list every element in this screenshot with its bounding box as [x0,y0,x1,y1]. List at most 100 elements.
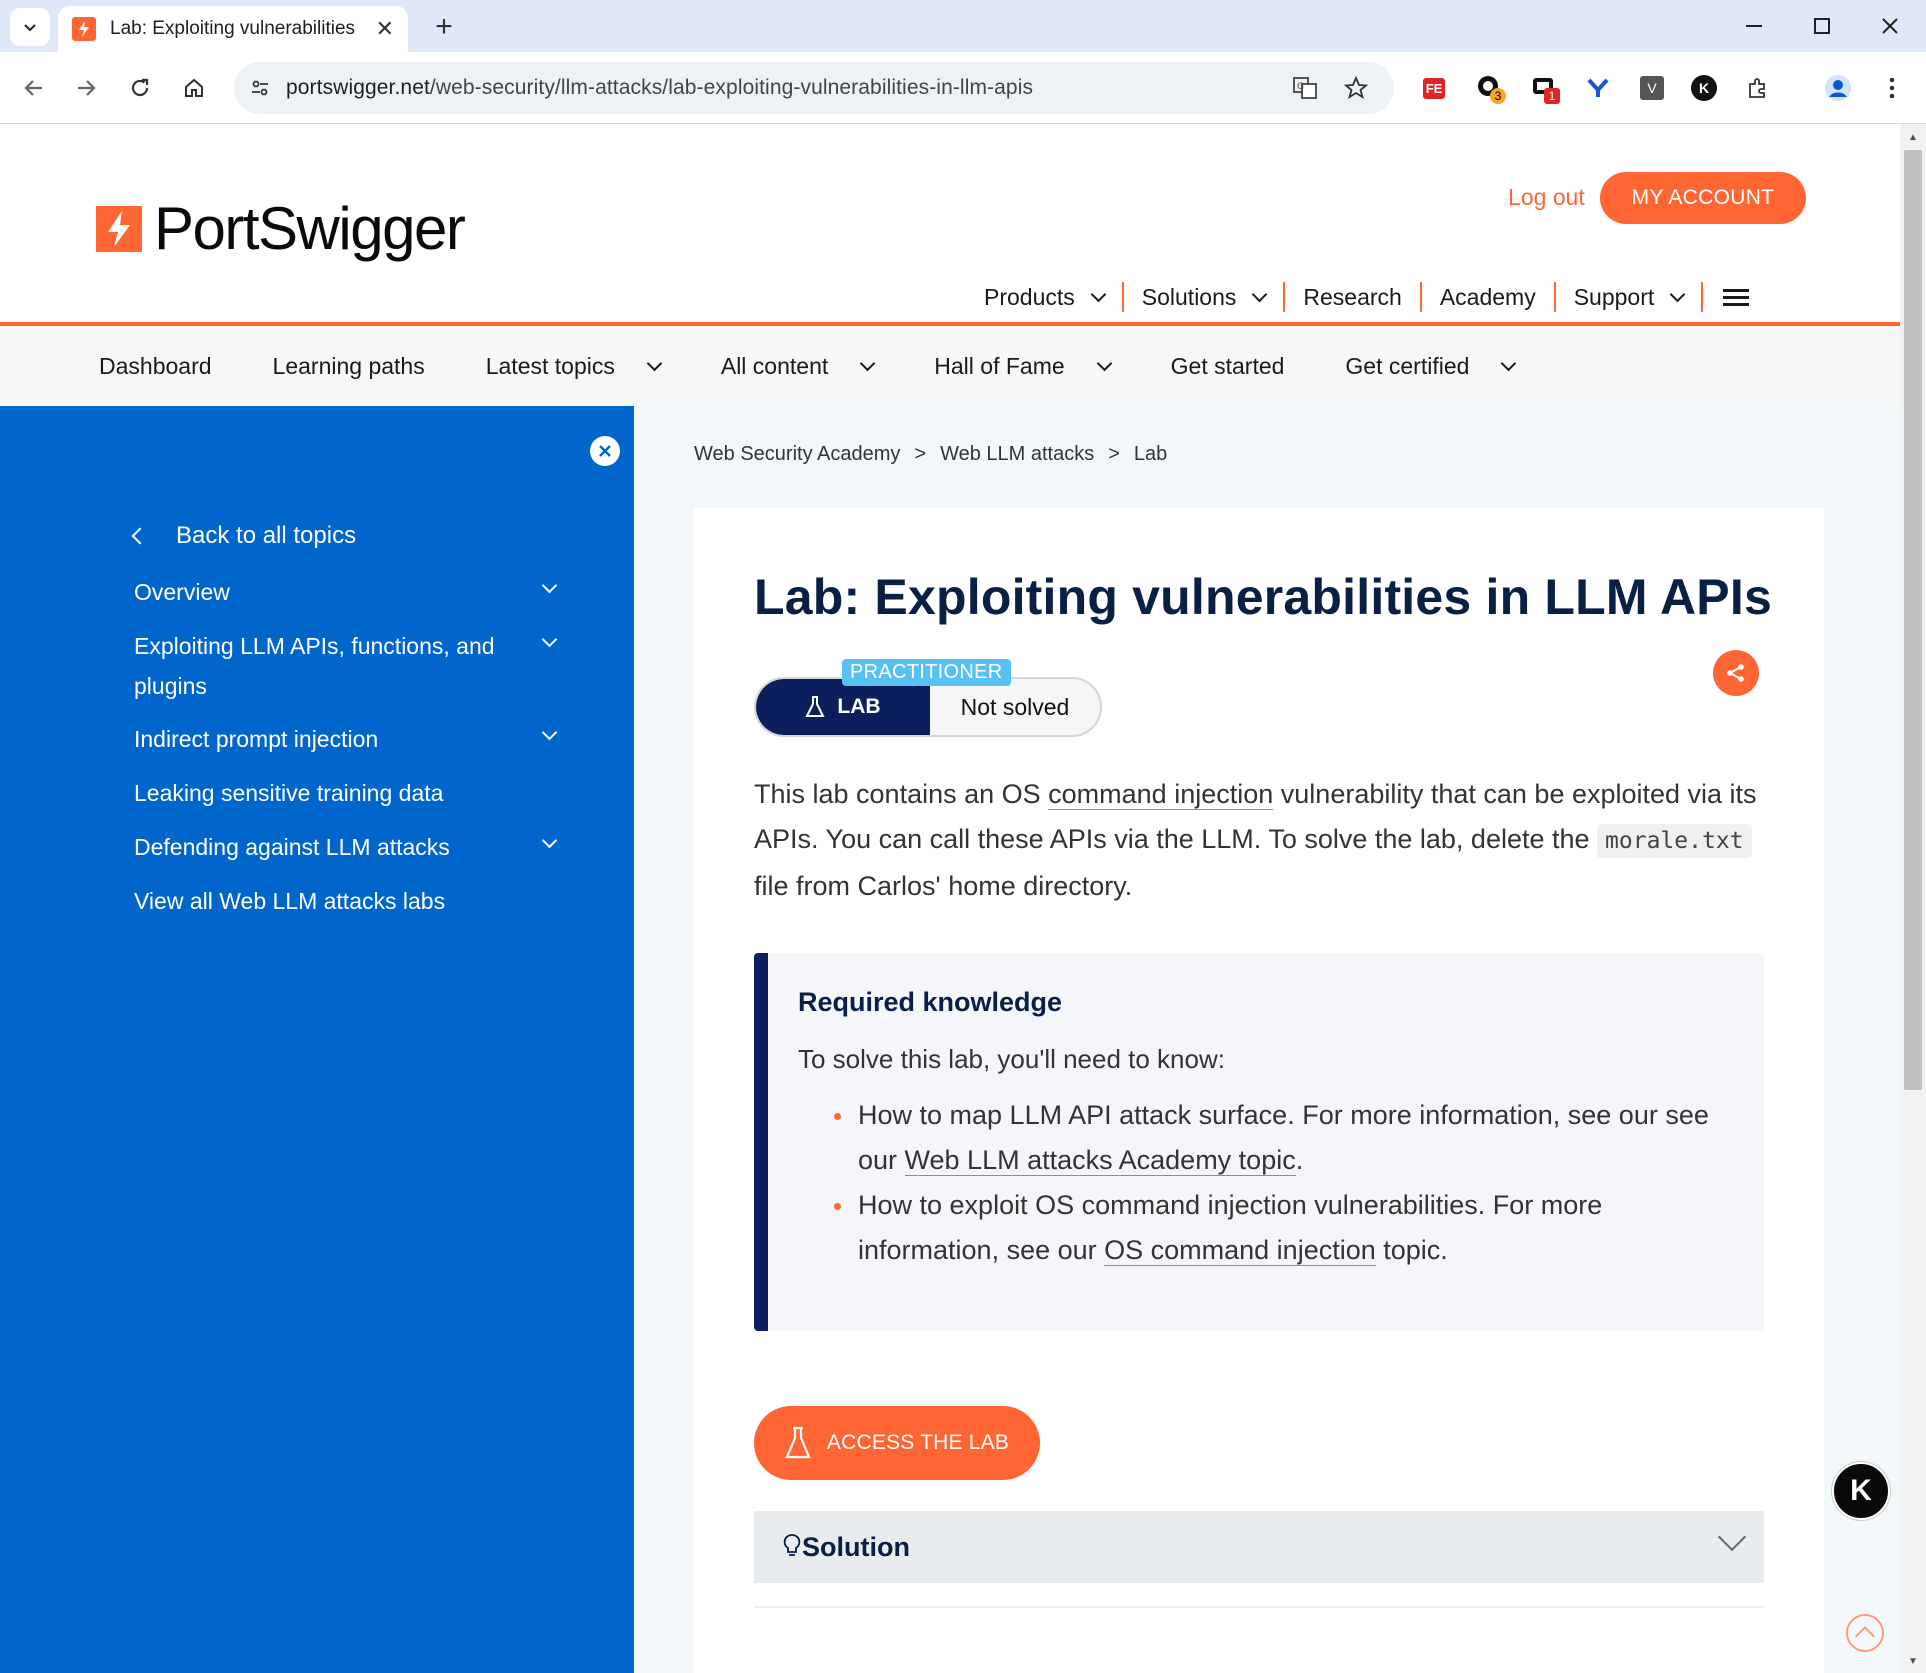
sidebar-item-label: Overview [134,579,230,605]
breadcrumb-separator: > [1108,443,1120,465]
subnav-get-started[interactable]: Get started [1171,353,1285,380]
chevron-down-icon[interactable] [541,577,558,594]
home-button[interactable] [172,66,216,110]
nav-label: Academy [1439,283,1536,310]
arrow-right-icon [78,80,96,96]
fe-extension-label: FE [1422,77,1446,99]
nav-research[interactable]: Research [1285,282,1422,312]
sidebar-item-overview[interactable]: Overview [134,572,558,612]
breadcrumb-lab[interactable]: Lab [1134,443,1167,466]
subnav-dashboard[interactable]: Dashboard [99,353,212,380]
profile-avatar-icon[interactable] [1820,70,1856,106]
sidebar-item-label: Indirect prompt injection [134,726,379,752]
sidebar-item-indirect-prompt-injection[interactable]: Indirect prompt injection [134,719,558,759]
nav-support[interactable]: Support [1556,282,1704,312]
sidebar-close-button[interactable] [590,436,620,466]
breadcrumb-separator: > [914,443,927,465]
back-label: Back to all topics [176,522,357,549]
svg-text:G: G [1297,82,1304,92]
portswigger-logo[interactable]: PortSwigger [96,194,466,263]
browser-menu-icon[interactable] [1874,70,1910,106]
browser-tab[interactable]: Lab: Exploiting vulnerabilities ✕ [58,6,408,52]
scroll-up-arrow-icon[interactable]: ▲ [1904,128,1922,146]
my-account-button[interactable]: MY ACCOUNT [1600,172,1806,224]
breadcrumb-llm-attacks[interactable]: Web LLM attacks [940,443,1094,466]
back-button[interactable] [12,66,56,110]
os-command-injection-link[interactable]: OS command injection [1104,1235,1376,1266]
lab-badge: LAB [756,679,930,735]
share-button[interactable] [1713,650,1759,696]
site-settings-icon[interactable] [234,78,286,98]
new-tab-button[interactable]: + [424,8,464,46]
url-path: /web-security/llm-attacks/lab-exploiting… [429,76,1034,99]
url-host: portswigger.net [286,76,430,99]
command-injection-link[interactable]: command injection [1048,779,1274,810]
filename-code: morale.txt [1597,824,1752,858]
address-bar[interactable]: portswigger.net/web-security/llm-attacks… [234,62,1394,114]
close-icon [1882,18,1898,34]
solution-accordion[interactable]: Solution [754,1511,1764,1583]
scroll-down-arrow-icon[interactable]: ▼ [1904,1652,1922,1670]
bookmark-star-icon[interactable] [1344,76,1368,100]
access-lab-label: ACCESS THE LAB [826,1431,1010,1454]
portswigger-logo-icon [96,205,142,252]
minimize-button[interactable] [1724,6,1784,46]
hamburger-menu-icon[interactable] [1723,285,1750,310]
sidebar-item-defending[interactable]: Defending against LLM attacks [134,827,558,867]
required-knowledge-list: How to map LLM API attack surface. For m… [798,1093,1718,1273]
window-close-button[interactable] [1860,6,1920,46]
back-to-all-topics-link[interactable]: Back to all topics [131,522,357,550]
url-text: portswigger.net/web-security/llm-attacks… [286,76,1033,100]
extension-v-icon[interactable]: V [1634,70,1670,106]
reload-button[interactable] [118,66,162,110]
floating-k-badge[interactable]: K [1832,1462,1890,1520]
logout-link[interactable]: Log out [1508,184,1585,211]
extension-c-icon[interactable]: 3 [1472,70,1508,106]
extension-y-icon[interactable] [1580,70,1616,106]
fe-extension-icon[interactable]: FE [1416,70,1452,106]
lab-badge-label: LAB [837,695,881,718]
subnav-label: Learning paths [272,352,425,379]
list-item-text: topic. [1375,1235,1448,1265]
sidebar-item-exploiting-llm-apis[interactable]: Exploiting LLM APIs, functions, and plug… [134,626,558,706]
scrollbar-thumb[interactable] [1904,150,1922,1090]
subnav-learning-paths[interactable]: Learning paths [273,353,425,380]
portswigger-favicon-icon [72,17,96,41]
tab-search-button[interactable] [10,8,50,46]
chevron-down-icon [1252,286,1268,302]
translate-icon[interactable]: G [1292,75,1318,101]
logo-text: PortSwigger [154,195,466,262]
breadcrumb-academy[interactable]: Web Security Academy [694,443,900,466]
llm-attacks-topic-link[interactable]: Web LLM attacks Academy topic [904,1145,1296,1176]
subnav-latest-topics[interactable]: Latest topics [486,353,663,380]
sidebar-item-leaking-training-data[interactable]: Leaking sensitive training data [134,773,554,813]
subnav-get-certified[interactable]: Get certified [1345,353,1517,380]
extension-k-icon[interactable]: K [1686,70,1722,106]
breadcrumb: Web Security Academy > Web LLM attacks >… [694,443,1167,466]
sidebar-item-view-all-labs[interactable]: View all Web LLM attacks labs [134,881,554,921]
chevron-down-icon[interactable] [541,631,558,648]
nav-academy[interactable]: Academy [1422,282,1556,312]
subnav-all-content[interactable]: All content [721,353,876,380]
extensions-puzzle-icon[interactable] [1740,70,1776,106]
tab-close-icon[interactable]: ✕ [376,16,394,42]
extension-chat-icon[interactable]: 1 [1526,70,1562,106]
chevron-up-icon [1855,1626,1875,1646]
forward-button[interactable] [64,66,108,110]
browser-toolbar: portswigger.net/web-security/llm-attacks… [0,52,1926,124]
nav-solutions[interactable]: Solutions [1124,282,1286,312]
nav-products[interactable]: Products [984,282,1124,312]
chevron-down-icon[interactable] [541,724,558,741]
chevron-down-icon[interactable] [541,832,558,849]
arrow-left-icon [24,80,42,96]
flask-icon [805,696,826,717]
nav-label: Support [1573,283,1655,310]
chevron-down-icon [859,355,876,371]
chevron-down-icon [646,355,663,371]
list-item: How to map LLM API attack surface. For m… [834,1093,1718,1183]
subnav-hall-of-fame[interactable]: Hall of Fame [934,353,1112,380]
maximize-button[interactable] [1792,6,1852,46]
scroll-to-top-button[interactable] [1846,1614,1884,1652]
access-the-lab-button[interactable]: ACCESS THE LAB [754,1406,1040,1480]
page-title: Lab: Exploiting vulnerabilities in LLM A… [754,569,1772,625]
